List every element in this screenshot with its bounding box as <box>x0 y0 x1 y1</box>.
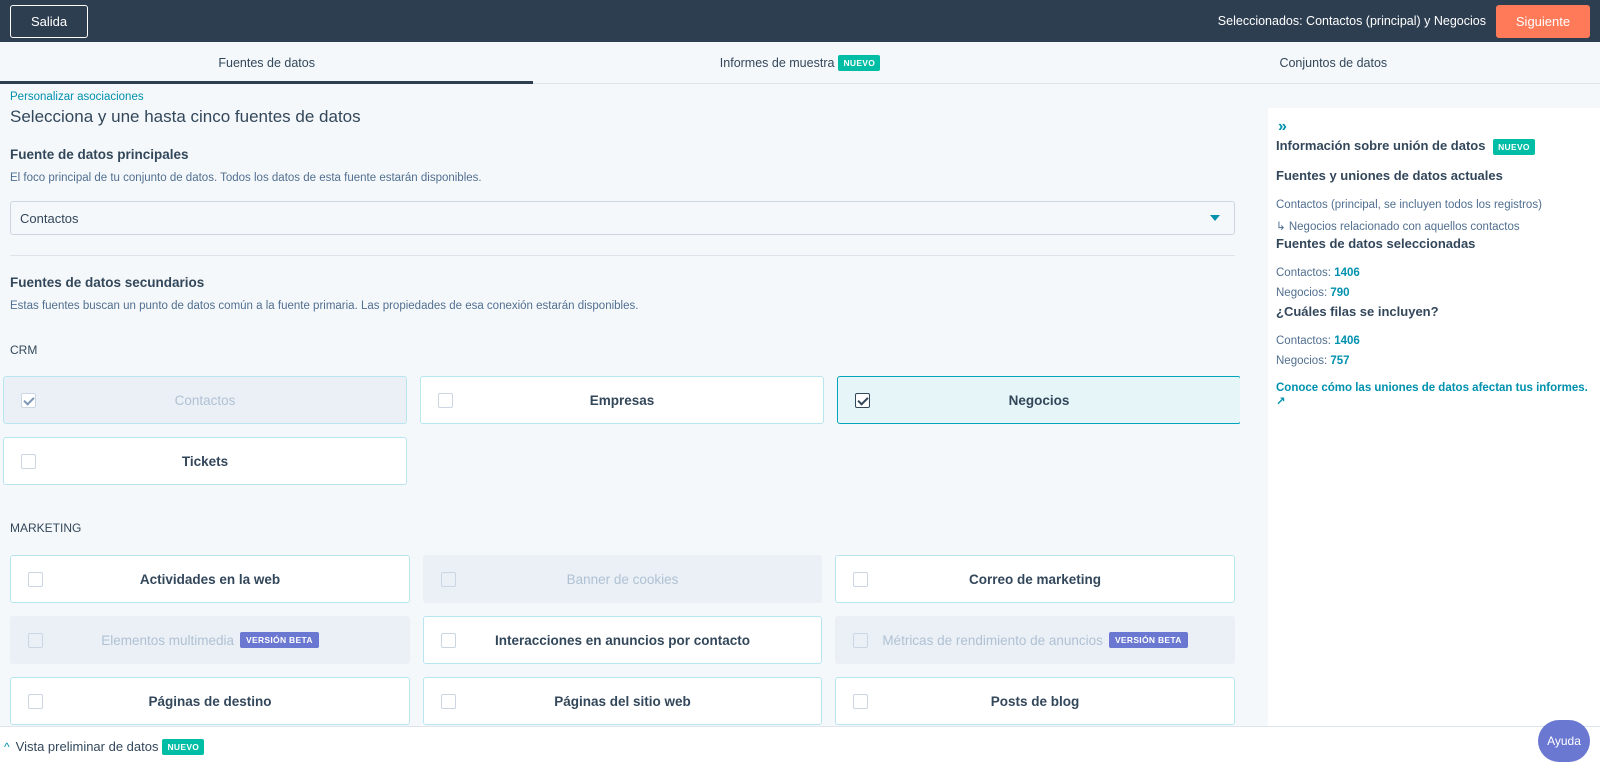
source-card-web-activities[interactable]: Actividades en la web <box>10 555 410 603</box>
secondary-source-heading: Fuentes de datos secundarios <box>10 275 205 290</box>
source-card-label: Posts de blog <box>990 693 1080 709</box>
primary-source-value: Contactos <box>20 210 79 226</box>
source-card-label: Contactos <box>174 392 236 408</box>
learn-more-text: Conoce cómo las uniones de datos afectan… <box>1276 382 1588 394</box>
crm-group-label: CRM <box>10 343 38 357</box>
tab-label: Informes de muestra <box>719 55 835 70</box>
current-joins-line-text: Negocios relacionado con aquellos contac… <box>1288 221 1520 233</box>
checkbox[interactable] <box>853 694 868 709</box>
rows-contacts-count: Contactos: 1406 <box>1276 335 1360 347</box>
source-card-label: Tickets <box>181 453 229 469</box>
source-card-tickets[interactable]: Tickets <box>3 437 407 485</box>
source-card-contacts: Contactos <box>3 376 407 424</box>
checkbox[interactable] <box>28 694 43 709</box>
source-card-cookie-banner: Banner de cookies <box>423 555 822 603</box>
double-chevron-right-icon[interactable]: » <box>1278 118 1287 136</box>
source-card-label: Interacciones en anuncios por contacto <box>494 632 751 648</box>
source-card-companies[interactable]: Empresas <box>420 376 824 424</box>
rows-deals-count: Negocios: 757 <box>1276 355 1350 367</box>
secondary-source-description: Estas fuentes buscan un punto de datos c… <box>10 300 639 312</box>
caret-down-icon <box>1210 215 1220 221</box>
source-card-label: Correo de marketing <box>968 571 1102 587</box>
source-card-label: Elementos multimedia <box>101 632 235 648</box>
checkbox <box>28 633 43 648</box>
data-join-panel: » Información sobre unión de datos NUEVO… <box>1268 108 1600 726</box>
checkbox <box>441 572 456 587</box>
marketing-group-label: MARKETING <box>10 521 82 535</box>
page-title: Selecciona y une hasta cinco fuentes de … <box>10 107 361 126</box>
tab-bar: Fuentes de datos Informes de muestra NUE… <box>0 42 1600 84</box>
current-joins-line: ↳ Negocios relacionado con aquellos cont… <box>1276 219 1520 233</box>
source-card-ad-metrics: Métricas de rendimiento de anuncios VERS… <box>835 616 1235 664</box>
selected-sources-heading: Fuentes de datos seleccionadas <box>1276 236 1476 251</box>
primary-source-description: El foco principal de tu conjunto de dato… <box>10 172 482 184</box>
count-label: Negocios: <box>1276 355 1328 367</box>
source-card-landing-pages[interactable]: Páginas de destino <box>10 677 410 725</box>
new-badge: NUEVO <box>162 738 205 755</box>
arrow-turn-icon: ↳ <box>1276 221 1286 233</box>
count-value: 1406 <box>1334 267 1360 279</box>
panel-title-text: Información sobre unión de datos <box>1276 138 1486 153</box>
source-card-label: Empresas <box>589 392 655 408</box>
exit-button[interactable]: Salida <box>10 4 89 38</box>
top-bar: Salida Seleccionados: Contactos (princip… <box>0 0 1600 42</box>
tab-label: Conjuntos de datos <box>1279 55 1388 70</box>
customize-associations-link[interactable]: Personalizar asociaciones <box>10 91 144 103</box>
current-joins-line: Contactos (principal, se incluyen todos … <box>1276 199 1542 211</box>
count-label: Negocios: <box>1276 287 1328 299</box>
checkbox[interactable] <box>441 633 456 648</box>
divider <box>10 255 1235 256</box>
count-label: Contactos: <box>1276 335 1331 347</box>
tab-label: Fuentes de datos <box>218 55 315 70</box>
source-card-marketing-email[interactable]: Correo de marketing <box>835 555 1235 603</box>
next-button[interactable]: Siguiente <box>1496 4 1590 38</box>
top-bar-right: Seleccionados: Contactos (principal) y N… <box>1217 4 1590 38</box>
beta-badge: VERSIÓN BETA <box>240 632 319 648</box>
count-value: 790 <box>1330 287 1350 299</box>
source-card-label: Páginas de destino <box>148 693 272 709</box>
data-preview-label: Vista preliminar de datos <box>15 739 159 754</box>
checkbox[interactable] <box>438 393 453 408</box>
checkbox[interactable] <box>853 572 868 587</box>
source-card-deals[interactable]: Negocios <box>837 376 1240 424</box>
source-card-ad-interactions[interactable]: Interacciones en anuncios por contacto <box>423 616 822 664</box>
count-label: Contactos: <box>1276 267 1331 279</box>
chevron-up-icon: ^ <box>4 739 10 754</box>
source-card-label: Actividades en la web <box>139 571 281 587</box>
primary-source-heading: Fuente de datos principales <box>10 147 189 162</box>
source-card-label: Métricas de rendimiento de anuncios <box>882 632 1103 648</box>
included-rows-heading: ¿Cuáles filas se incluyen? <box>1276 304 1439 319</box>
selected-sources-text: Seleccionados: Contactos (principal) y N… <box>1217 14 1486 28</box>
count-value: 1406 <box>1334 335 1360 347</box>
beta-badge: VERSIÓN BETA <box>1108 632 1188 648</box>
source-card-label: Negocios <box>1008 392 1070 408</box>
source-card-media: Elementos multimedia VERSIÓN BETA <box>10 616 410 664</box>
data-preview-bar[interactable]: ^ Vista preliminar de datos NUEVO <box>0 726 1600 766</box>
current-joins-heading: Fuentes y uniones de datos actuales <box>1276 168 1503 183</box>
main-content: Personalizar asociaciones Selecciona y u… <box>0 85 1240 726</box>
source-card-blog-posts[interactable]: Posts de blog <box>835 677 1235 725</box>
checkbox[interactable] <box>855 393 870 408</box>
primary-source-select[interactable]: Contactos <box>10 201 1235 235</box>
source-card-label: Páginas del sitio web <box>554 693 691 709</box>
source-card-label: Banner de cookies <box>566 571 679 587</box>
tab-datasets[interactable]: Conjuntos de datos <box>1067 42 1600 83</box>
tab-sample-reports[interactable]: Informes de muestra NUEVO <box>533 42 1066 83</box>
tab-data-sources[interactable]: Fuentes de datos <box>0 42 534 84</box>
new-badge: NUEVO <box>1493 139 1535 155</box>
learn-more-link[interactable]: Conoce cómo las uniones de datos afectan… <box>1276 382 1600 408</box>
new-badge: NUEVO <box>838 54 881 71</box>
selected-contacts-count: Contactos: 1406 <box>1276 267 1360 279</box>
help-button[interactable]: Ayuda <box>1538 720 1590 762</box>
selected-deals-count: Negocios: 790 <box>1276 287 1350 299</box>
checkbox[interactable] <box>21 454 36 469</box>
panel-title: Información sobre unión de datos NUEVO <box>1276 138 1535 155</box>
checkbox[interactable] <box>441 694 456 709</box>
count-value: 757 <box>1330 355 1350 367</box>
external-link-icon: ↗ <box>1276 396 1286 408</box>
checkbox <box>853 633 868 648</box>
checkbox <box>21 393 36 408</box>
checkbox[interactable] <box>28 572 43 587</box>
source-card-website-pages[interactable]: Páginas del sitio web <box>423 677 822 725</box>
